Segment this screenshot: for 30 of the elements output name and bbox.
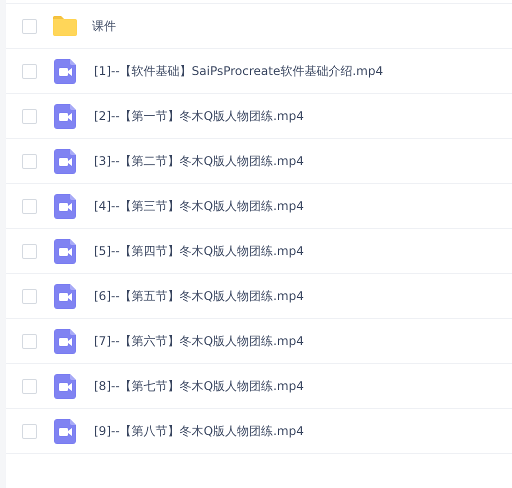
video-file-icon (54, 238, 76, 264)
video-file-icon (54, 418, 76, 444)
checkbox[interactable] (22, 198, 37, 214)
file-name[interactable]: [5]--【第四节】冬木Q版人物团练.mp4 (94, 242, 304, 260)
checkbox[interactable] (22, 378, 37, 394)
checkbox[interactable] (22, 108, 37, 124)
checkbox[interactable] (22, 244, 37, 258)
checkbox[interactable] (22, 334, 37, 348)
video-file-icon (54, 284, 76, 308)
file-name[interactable]: [9]--【第八节】冬木Q版人物团练.mp4 (94, 422, 304, 440)
file-name[interactable]: [3]--【第二节】冬木Q版人物团练.mp4 (94, 152, 304, 170)
file-name[interactable]: [6]--【第五节】冬木Q版人物团练.mp4 (94, 288, 304, 304)
file-name[interactable]: [7]--【第六节】冬木Q版人物团练.mp4 (94, 332, 304, 350)
video-file-icon (54, 148, 76, 174)
video-file-icon (54, 194, 76, 218)
file-name[interactable]: 课件 (92, 18, 116, 34)
video-file-icon (54, 104, 76, 128)
checkbox[interactable] (22, 288, 37, 304)
checkbox[interactable] (22, 18, 37, 34)
file-name[interactable]: [2]--【第一节】冬木Q版人物团练.mp4 (94, 108, 304, 124)
file-name[interactable]: [4]--【第三节】冬木Q版人物团练.mp4 (94, 198, 304, 214)
checkbox[interactable] (22, 154, 37, 168)
checkbox[interactable] (22, 64, 37, 78)
file-name[interactable]: [1]--【软件基础】SaiPsProcreate软件基础介绍.mp4 (94, 62, 384, 80)
checkbox[interactable] (22, 424, 37, 438)
video-file-icon (54, 374, 76, 398)
video-file-icon (54, 58, 76, 84)
file-name[interactable]: [8]--【第七节】冬木Q版人物团练.mp4 (94, 378, 304, 394)
video-file-icon (54, 328, 76, 354)
folder-icon (52, 15, 78, 37)
